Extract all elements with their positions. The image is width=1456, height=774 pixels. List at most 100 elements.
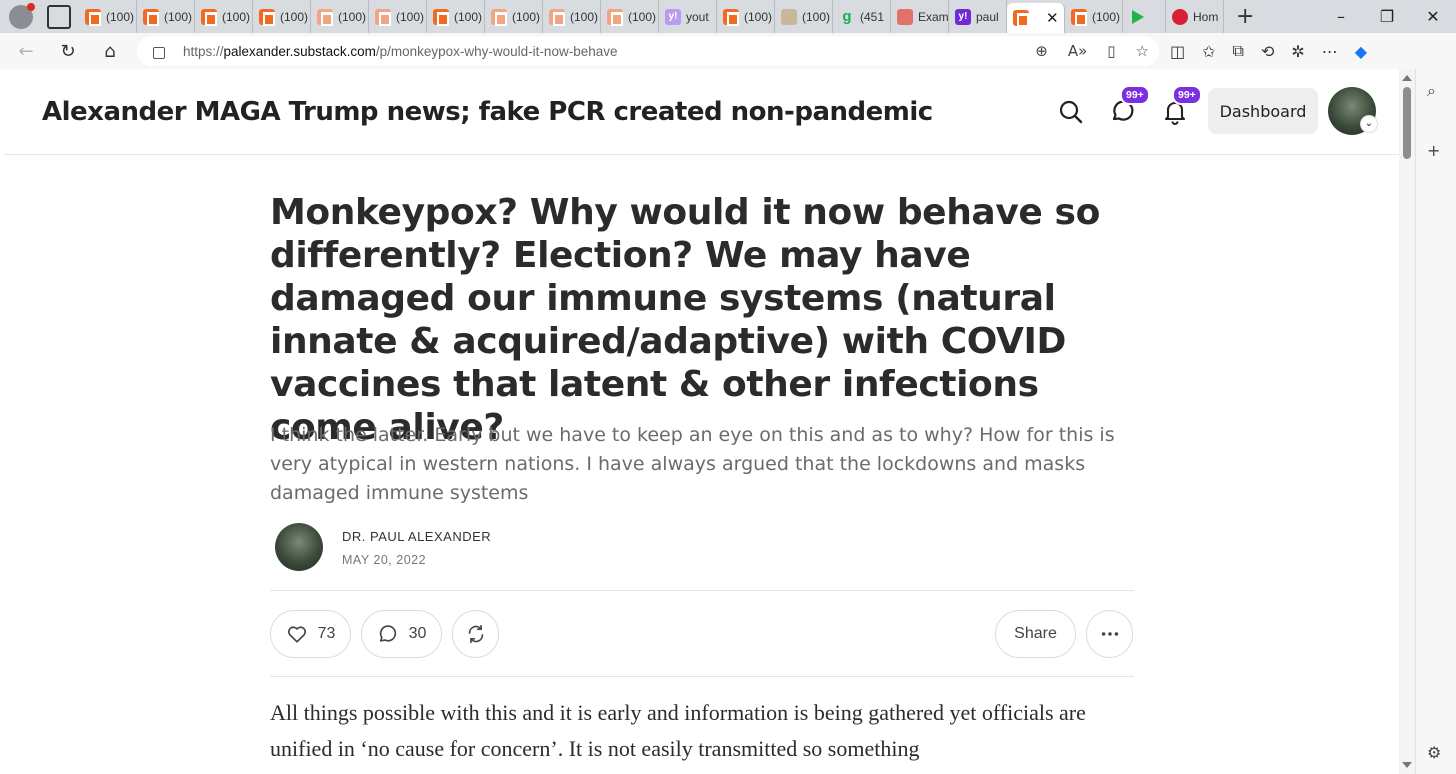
maximize-icon[interactable]: ❐ (1364, 7, 1410, 26)
browser-tab[interactable]: (100) (195, 0, 253, 33)
browser-tab[interactable]: (100) (717, 0, 775, 33)
like-button[interactable]: 73 (270, 610, 351, 658)
tab-label: paul (976, 9, 999, 24)
close-tab-icon[interactable]: ✕ (1046, 9, 1059, 27)
more-options-button[interactable] (1086, 610, 1133, 658)
substack-icon (1071, 8, 1087, 26)
search-sidebar-icon[interactable]: ⌕ (1427, 81, 1436, 101)
copilot-icon[interactable]: ◆ (1355, 42, 1367, 61)
browser-tab[interactable] (1123, 0, 1166, 33)
tab-label: yout (686, 9, 709, 24)
window-controls: – ❐ ✕ (1318, 0, 1456, 33)
yahoo-icon: y! (665, 8, 681, 25)
browser-tab[interactable]: Exam (891, 0, 949, 33)
substack-icon (85, 8, 101, 26)
refresh-button[interactable]: ↻ (50, 36, 86, 66)
tab-label: Hom (1193, 9, 1219, 24)
notifications-button[interactable]: 99+ (1162, 85, 1202, 125)
article-title: Monkeypox? Why would it now behave so di… (270, 192, 1100, 448)
scroll-up-arrow[interactable] (1402, 75, 1412, 81)
back-button[interactable]: ← (8, 36, 44, 66)
substack-icon (607, 8, 623, 26)
browser-tab[interactable]: (100) (485, 0, 543, 33)
settings-icon[interactable]: ⚙ (1427, 743, 1441, 762)
tab-label: (100) (512, 9, 541, 24)
browser-toolbar: ← ↻ ⌂ https://palexander.substack.com/p/… (0, 33, 1456, 69)
browser-tab[interactable]: (100) (79, 0, 137, 33)
browser-tab[interactable]: (100) (543, 0, 601, 33)
page-scrollbar[interactable] (1399, 69, 1415, 774)
comment-button[interactable]: 30 (361, 610, 442, 658)
new-tab-button[interactable]: + (1236, 4, 1254, 29)
favorites-icon[interactable]: ✩ (1202, 42, 1215, 61)
browser-tab[interactable]: (100) (369, 0, 427, 33)
scroll-thumb[interactable] (1403, 87, 1411, 159)
browser-tab[interactable]: (100) (137, 0, 195, 33)
tab-label: (100) (628, 9, 657, 24)
red-icon (1172, 8, 1188, 25)
read-aloud-icon[interactable]: A» (1068, 42, 1087, 60)
substack-icon (259, 8, 275, 26)
author-avatar[interactable] (275, 523, 323, 571)
divider (270, 676, 1134, 677)
browser-tab[interactable]: (100) (601, 0, 659, 33)
history-icon[interactable]: ⟲ (1261, 42, 1274, 61)
browser-tab[interactable]: (100) (775, 0, 833, 33)
immersive-reader-icon[interactable]: ▯ (1107, 42, 1115, 60)
browser-tab[interactable]: ✕ (1007, 3, 1065, 33)
divider (270, 590, 1134, 591)
split-screen-icon[interactable]: ◫ (1170, 42, 1185, 61)
g-icon: g (842, 7, 852, 25)
browser-tab[interactable]: (100) (1065, 0, 1123, 33)
more-icon (1101, 632, 1118, 636)
chevron-down-icon[interactable]: ⌄ (1360, 115, 1378, 133)
more-menu-icon[interactable]: ⋯ (1322, 42, 1338, 61)
tab-label: (451 (860, 9, 885, 24)
collections-icon[interactable]: ⧉ (1233, 41, 1244, 61)
restack-button[interactable] (452, 610, 499, 658)
scroll-down-arrow[interactable] (1402, 762, 1412, 768)
browser-tab[interactable]: (100) (311, 0, 369, 33)
author-name[interactable]: DR. PAUL ALEXANDER (342, 529, 491, 544)
substack-icon (433, 8, 449, 26)
browser-tab[interactable]: (100) (427, 0, 485, 33)
substack-icon (317, 8, 333, 26)
zoom-icon[interactable]: ⊕ (1035, 42, 1048, 60)
favorite-star-icon[interactable]: ☆ (1136, 42, 1149, 60)
site-header: Alexander MAGA Trump news; fake PCR crea… (4, 69, 1399, 155)
chat-button[interactable]: 99+ (1110, 85, 1150, 125)
share-button[interactable]: Share (995, 610, 1076, 658)
post-date: MAY 20, 2022 (342, 553, 427, 567)
dashboard-button[interactable]: Dashboard (1208, 88, 1318, 134)
lock-icon[interactable] (153, 47, 165, 59)
address-bar[interactable]: https://palexander.substack.com/p/monkey… (137, 36, 1159, 66)
minimize-icon[interactable]: – (1318, 7, 1364, 26)
substack-icon (1013, 10, 1029, 27)
browser-tab[interactable]: (100) (253, 0, 311, 33)
edge-sidebar: ⌕ + ⚙ (1415, 69, 1456, 774)
search-icon[interactable] (1058, 99, 1084, 125)
browser-tab[interactable]: g (451 (833, 0, 891, 33)
play-icon (1129, 9, 1145, 25)
browser-tab[interactable]: y! paul (949, 0, 1007, 33)
substack-icon (491, 8, 507, 26)
publication-title[interactable]: Alexander MAGA Trump news; fake PCR crea… (42, 97, 933, 127)
home-button[interactable]: ⌂ (92, 36, 128, 66)
url-text[interactable]: https://palexander.substack.com/p/monkey… (183, 44, 617, 59)
tab-label: (100) (802, 9, 831, 24)
heart-icon (287, 626, 306, 643)
close-window-icon[interactable]: ✕ (1410, 7, 1456, 26)
tab-label: (100) (570, 9, 599, 24)
browser-tab[interactable]: Hom (1166, 0, 1224, 33)
substack-icon (375, 8, 391, 26)
browser-tab[interactable]: y! yout (659, 0, 717, 33)
profile-icon[interactable] (9, 2, 35, 29)
tab-actions-icon[interactable] (47, 4, 71, 29)
add-sidebar-icon[interactable]: + (1427, 141, 1440, 160)
tab-label: (100) (396, 9, 425, 24)
tab-label: (100) (106, 9, 135, 24)
substack-icon (549, 8, 565, 26)
tab-label: (100) (164, 9, 193, 24)
extensions-icon[interactable]: ✲ (1291, 42, 1304, 61)
browser-tab-strip: (100) (100) (100) (100) (100) (100) (100) (100)… (0, 0, 1456, 33)
